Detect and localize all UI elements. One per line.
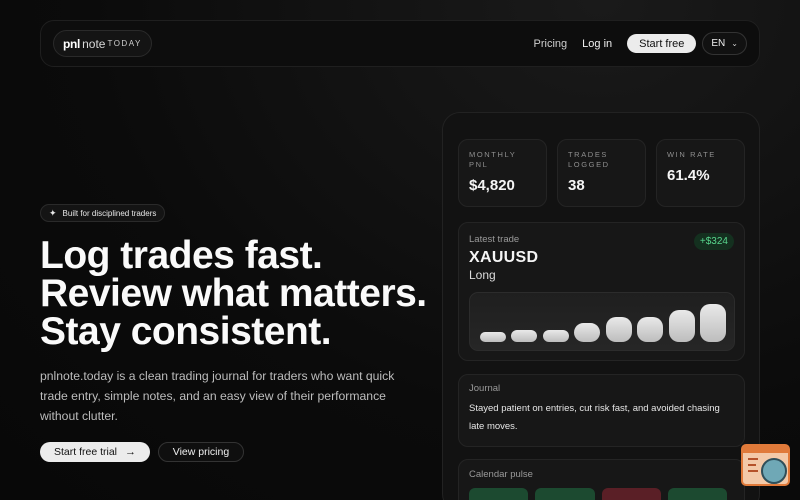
chart-bar	[574, 322, 601, 342]
language-selector[interactable]: EN ⌄	[702, 32, 747, 55]
widget-titlebar	[743, 446, 788, 453]
sparkle-icon: ✦	[49, 207, 57, 218]
login-link[interactable]: Log in	[582, 38, 612, 50]
stat-label: WIN RATE	[667, 150, 716, 159]
start-free-trial-button[interactable]: Start free trial →	[40, 442, 150, 462]
hero-badge: ✦ Built for disciplined traders	[40, 204, 166, 222]
chart-bar	[668, 309, 695, 342]
stat-card-monthly-pnl: MONTHLY PNL $4,820	[458, 139, 547, 207]
chart-bar	[480, 332, 506, 342]
chart-bar	[511, 330, 538, 342]
top-nav: pnl note TODAY Pricing Log in Start free…	[40, 20, 760, 67]
mini-performance-chart	[469, 292, 735, 351]
hero-subtext: pnlnote.today is a clean trading journal…	[40, 369, 395, 423]
headline-line-2: Review what matters.	[40, 272, 427, 315]
stat-card-trades-logged: TRADES LOGGED 38	[557, 139, 646, 207]
start-free-trial-label: Start free trial	[53, 446, 118, 458]
stat-label: TRADES LOGGED	[568, 150, 610, 169]
stat-card-win-rate: WIN RATE 61.4%	[656, 139, 745, 207]
journal-card: Journal Stayed patient on entries, cut r…	[458, 374, 745, 447]
latest-trade-direction: Long	[469, 268, 496, 282]
calendar-cell-win	[667, 488, 727, 500]
widget-magnifier	[761, 458, 787, 484]
stat-label: MONTHLY PNL	[469, 150, 517, 169]
stat-value: 38	[568, 177, 585, 194]
chart-bar	[605, 316, 632, 342]
cta-row: Start free trial → View pricing	[40, 442, 244, 462]
view-pricing-button[interactable]: View pricing	[158, 442, 244, 462]
hero-headline: Log trades fast. Review what matters. St…	[40, 234, 430, 353]
logo-today: TODAY	[107, 39, 142, 48]
stat-value: 61.4%	[667, 167, 710, 184]
calendar-row	[469, 488, 734, 500]
headline-line-3: Stay consistent.	[40, 310, 332, 353]
journal-label: Journal	[469, 383, 501, 394]
calendar-cell-win	[535, 488, 595, 500]
headline-line-1: Log trades fast.	[40, 234, 323, 277]
journal-text: Stayed patient on entries, cut risk fast…	[469, 403, 720, 432]
dashboard-preview: MONTHLY PNL $4,820 TRADES LOGGED 38 WIN …	[442, 112, 760, 500]
pnl-badge: +$324	[693, 233, 734, 250]
calendar-cell-win	[469, 488, 529, 500]
chevron-down-icon: ⌄	[731, 39, 738, 48]
widget-line	[748, 464, 756, 466]
chart-bar	[700, 303, 726, 342]
widget-line	[748, 458, 758, 460]
nav-actions: Pricing Log in Start free EN ⌄	[534, 32, 747, 55]
language-label: EN	[711, 38, 726, 49]
logo[interactable]: pnl note TODAY	[53, 30, 152, 57]
start-free-button[interactable]: Start free	[627, 34, 697, 53]
pricing-link[interactable]: Pricing	[534, 38, 568, 50]
arrow-right-icon: →	[125, 446, 137, 458]
stat-value: $4,820	[469, 177, 515, 194]
calendar-cell-loss	[601, 488, 661, 500]
assistant-widget-icon[interactable]	[741, 444, 790, 486]
widget-line	[748, 470, 758, 472]
chart-bar	[637, 316, 664, 342]
latest-trade-card: Latest trade XAUUSD Long +$324	[458, 222, 745, 361]
calendar-pulse-card: Calendar pulse	[458, 459, 745, 500]
hero-badge-label: Built for disciplined traders	[62, 208, 157, 218]
logo-pnl: pnl	[63, 36, 81, 51]
chart-bar	[542, 330, 569, 342]
latest-trade-symbol: XAUUSD	[469, 249, 539, 266]
calendar-label: Calendar pulse	[469, 469, 533, 480]
logo-note: note	[82, 36, 106, 51]
